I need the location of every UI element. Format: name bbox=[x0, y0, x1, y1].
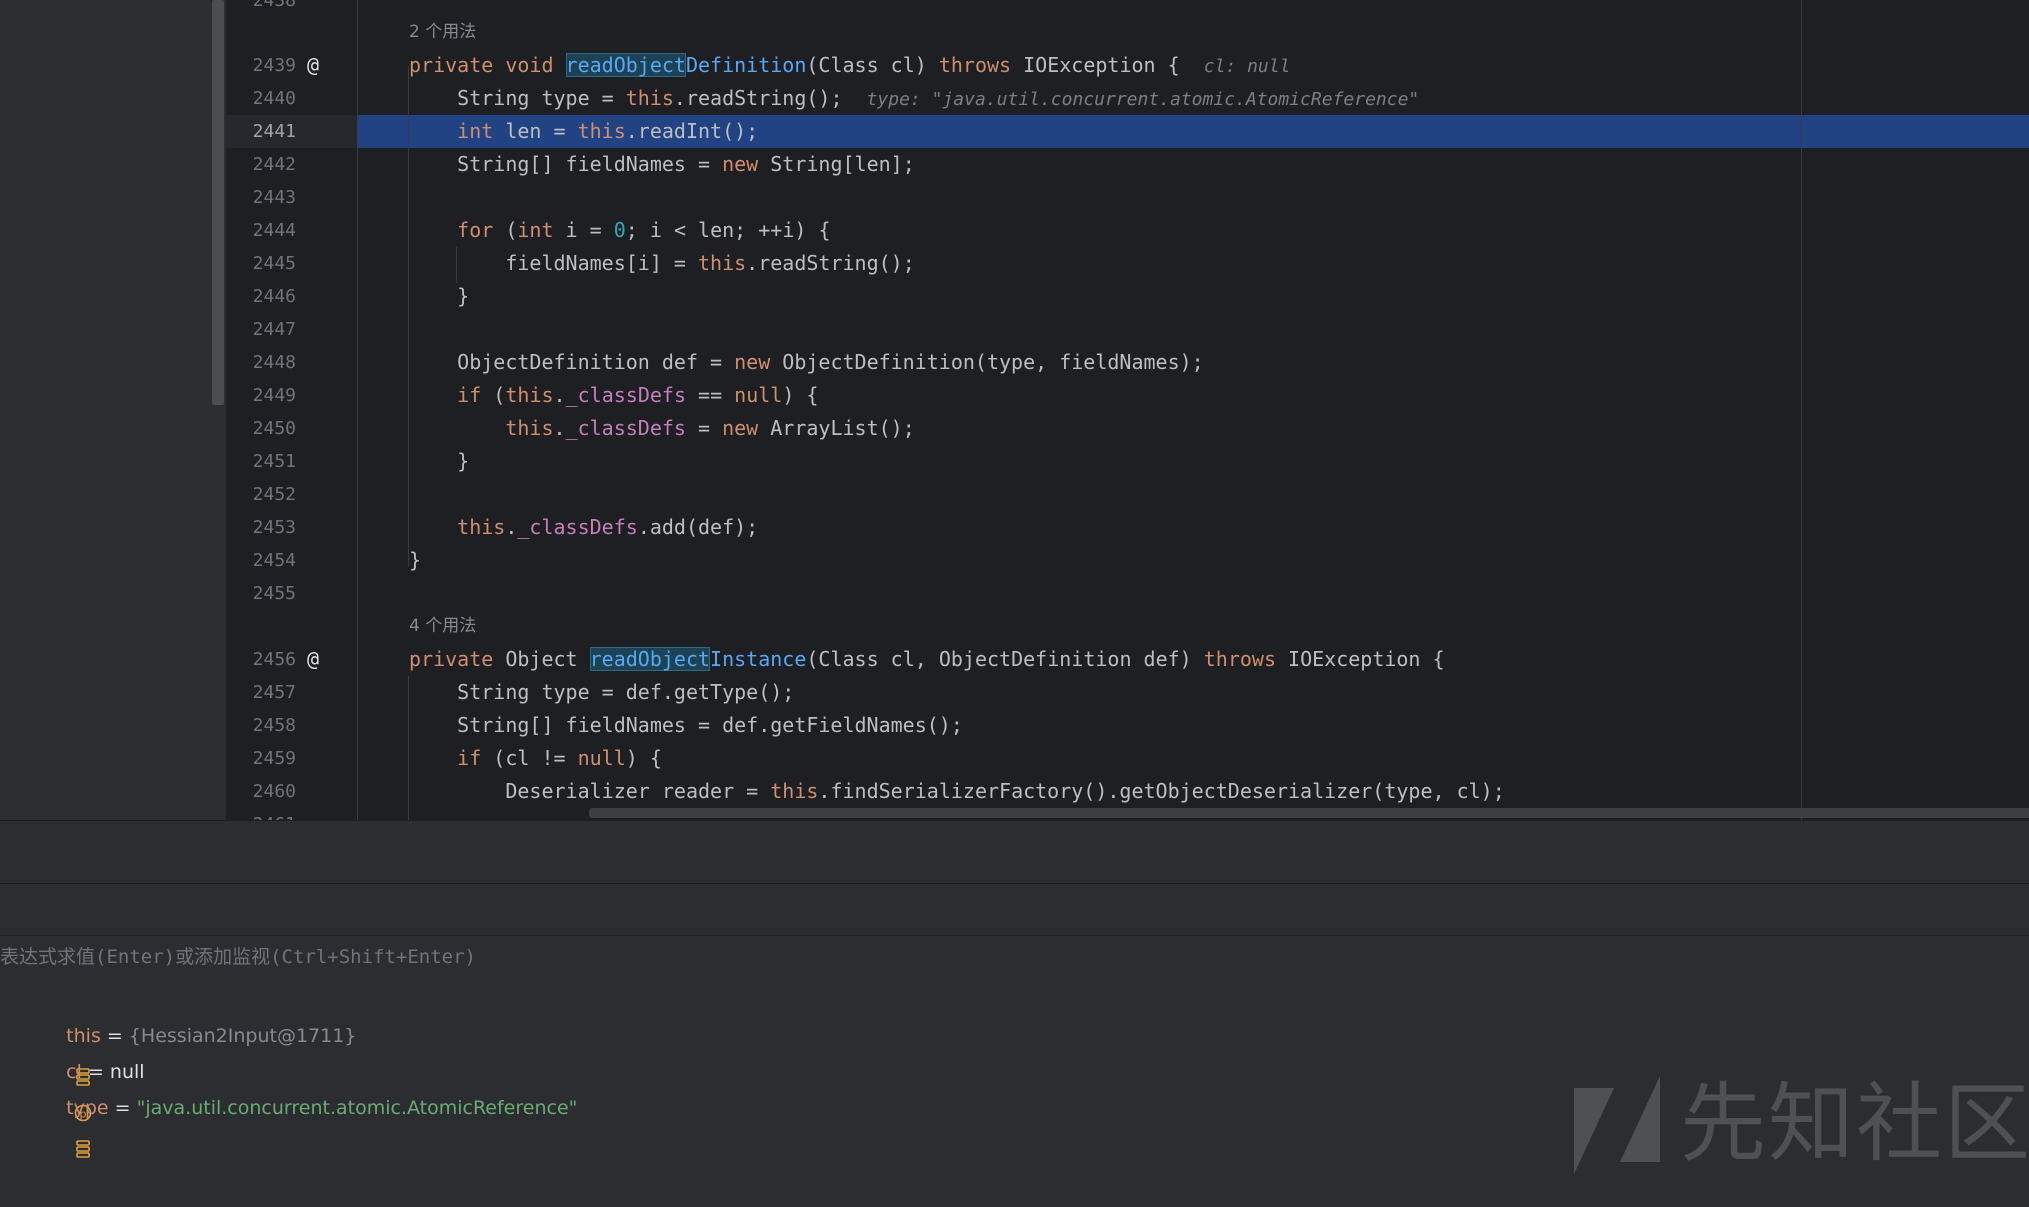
line-number: 2458 bbox=[252, 715, 296, 736]
field-icon bbox=[38, 1099, 91, 1158]
line-number-current: 2441 bbox=[252, 121, 296, 142]
code-line: fieldNames[i] = this.readString(); bbox=[409, 251, 915, 275]
code-line: if (cl != null) { bbox=[457, 746, 662, 770]
right-margin-guide bbox=[1801, 0, 1802, 820]
code-line: String[] fieldNames = new String[len]; bbox=[409, 152, 915, 176]
code-line: private void readObjectDefinition(Class … bbox=[409, 53, 1291, 77]
evaluate-expression-bar[interactable]: 表达式求值(Enter)或添加监视(Ctrl+Shift+Enter) bbox=[0, 935, 2029, 979]
line-number: 2438 bbox=[252, 0, 296, 11]
line-number: 2456 bbox=[252, 649, 296, 670]
line-number: 2446 bbox=[252, 286, 296, 307]
line-number: 2447 bbox=[252, 319, 296, 340]
usages-hint[interactable]: 2 个用法 bbox=[409, 16, 476, 49]
code-line: for (int i = 0; i < len; ++i) { bbox=[457, 218, 831, 242]
line-number: 2461 bbox=[226, 808, 296, 820]
line-number: 2445 bbox=[252, 253, 296, 274]
variable-equals: = bbox=[108, 1097, 137, 1119]
code-line: this._classDefs = new ArrayList(); bbox=[505, 416, 915, 440]
line-number: 2457 bbox=[252, 682, 296, 703]
watermark-logo: 先知社区 bbox=[1570, 1070, 2029, 1180]
line-number: 2455 bbox=[252, 583, 296, 604]
variable-name: type bbox=[66, 1097, 109, 1119]
variable-row-type[interactable]: type = "java.util.concurrent.atomic.Atom… bbox=[14, 1054, 577, 1158]
line-number: 2460 bbox=[252, 781, 296, 802]
debug-toolbar bbox=[0, 820, 2029, 883]
code-line: String type = this.readString(); type: "… bbox=[409, 86, 1420, 110]
implementation-marker-icon[interactable]: @ bbox=[302, 648, 324, 670]
code-line: this._classDefs.add(def); bbox=[457, 515, 759, 539]
line-number: 2449 bbox=[252, 385, 296, 406]
variable-row-this[interactable]: this = {Hessian2Input@1711} bbox=[14, 982, 356, 1086]
line-number: 2453 bbox=[252, 517, 296, 538]
line-number: 2442 bbox=[252, 154, 296, 175]
line-number: 2451 bbox=[252, 451, 296, 472]
implementation-marker-icon[interactable]: @ bbox=[302, 54, 324, 76]
left-tool-strip bbox=[0, 0, 226, 820]
code-line: private Object readObjectInstance(Class … bbox=[409, 647, 1445, 671]
line-number: 2448 bbox=[252, 352, 296, 373]
gutter-separator bbox=[357, 0, 358, 820]
code-line-current: int len = this.readInt(); bbox=[457, 119, 759, 143]
horizontal-scrollbar[interactable] bbox=[589, 808, 2029, 818]
line-number: 2439 bbox=[252, 55, 296, 76]
line-number: 2452 bbox=[252, 484, 296, 505]
line-number: 2443 bbox=[252, 187, 296, 208]
inline-value-hint: type: "java.util.concurrent.atomic.Atomi… bbox=[866, 89, 1420, 110]
line-number: 2440 bbox=[252, 88, 296, 109]
debug-frames-bar bbox=[0, 883, 2029, 936]
inline-value-hint: cl: null bbox=[1203, 56, 1291, 77]
code-line: String type = def.getType(); bbox=[409, 680, 795, 704]
code-line: ObjectDefinition def = new ObjectDefinit… bbox=[409, 350, 1204, 374]
code-editor[interactable]: 2438 2439 @ 2440 2441 2442 2443 2444 244… bbox=[226, 0, 2029, 820]
left-scrollbar[interactable] bbox=[212, 0, 224, 405]
code-line: } bbox=[409, 284, 470, 308]
line-number: 2444 bbox=[252, 220, 296, 241]
watermark-text: 先知社区 bbox=[1680, 1074, 2029, 1174]
variable-value: "java.util.concurrent.atomic.AtomicRefer… bbox=[136, 1097, 578, 1119]
variable-value: {Hessian2Input@1711} bbox=[128, 1025, 357, 1047]
code-line: if (this._classDefs == null) { bbox=[457, 383, 819, 407]
line-number: 2454 bbox=[252, 550, 296, 571]
evaluate-expression-input[interactable]: 表达式求值(Enter)或添加监视(Ctrl+Shift+Enter) bbox=[0, 936, 476, 978]
variable-row-cl[interactable]: p cl = null bbox=[14, 1018, 145, 1121]
code-line: } bbox=[409, 449, 470, 473]
watermark-slash-icon bbox=[1574, 1076, 1660, 1174]
line-number: 2459 bbox=[252, 748, 296, 769]
usages-hint[interactable]: 4 个用法 bbox=[409, 610, 476, 643]
code-line: String[] fieldNames = def.getFieldNames(… bbox=[409, 713, 963, 737]
code-line: Deserializer reader = this.findSerialize… bbox=[409, 779, 1505, 803]
line-number: 2450 bbox=[252, 418, 296, 439]
code-line: } bbox=[409, 548, 422, 572]
